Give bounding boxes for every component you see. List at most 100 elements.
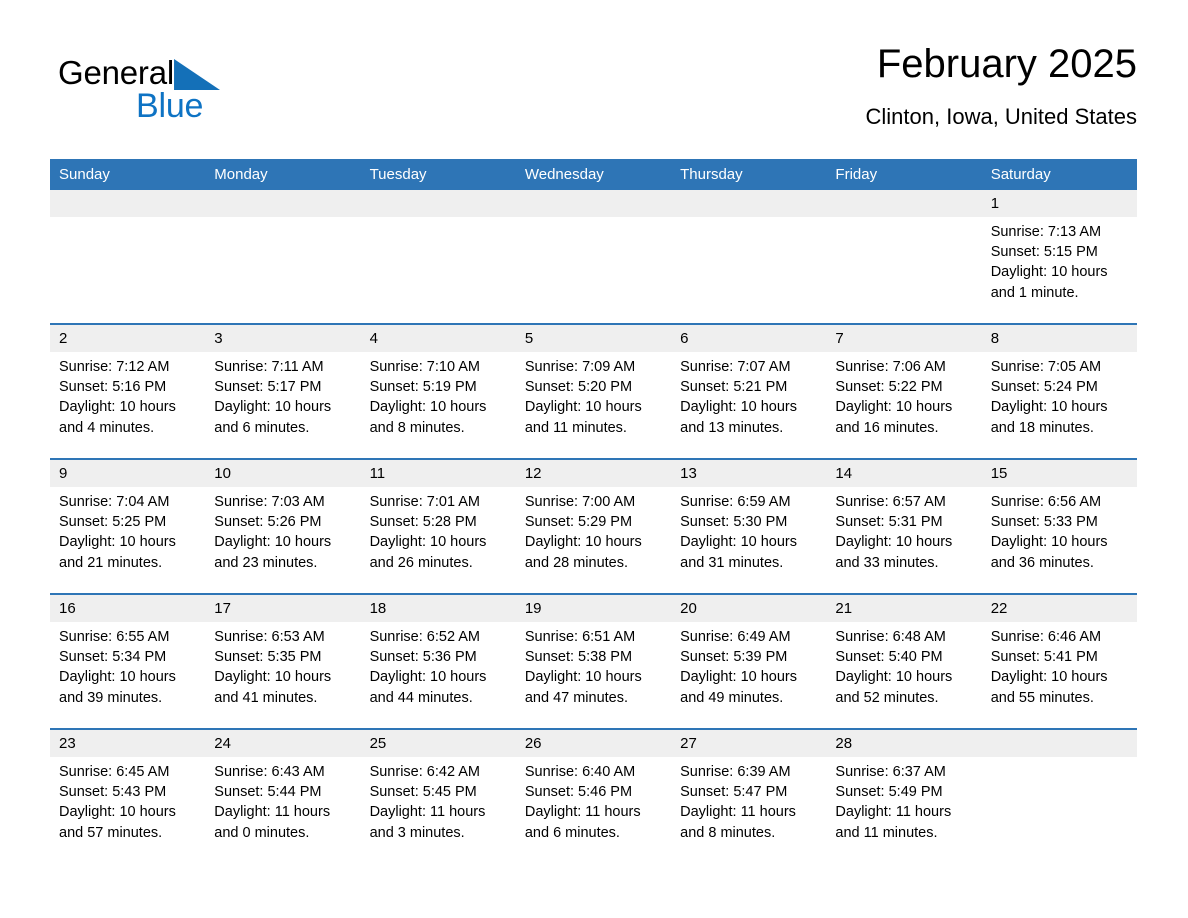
day-number: 11 <box>360 460 516 487</box>
day-cell-content <box>515 190 672 323</box>
calendar-day-cell[interactable]: 5 Sunrise: 7:09 AM Sunset: 5:20 PM Daylight… <box>515 323 672 459</box>
calendar-day-cell[interactable]: 4 Sunrise: 7:10 AM Sunset: 5:19 PM Daylight… <box>360 323 516 459</box>
day-detail-daylight-line1: Daylight: 10 hours <box>214 534 332 551</box>
calendar-day-cell[interactable] <box>360 190 516 324</box>
calendar-day-cell[interactable]: 22 Sunrise: 6:46 AM Sunset: 5:41 PM Dayligh… <box>981 593 1137 729</box>
calendar-day-cell[interactable]: 25 Sunrise: 6:42 AM Sunset: 5:45 PM Dayligh… <box>360 728 516 863</box>
calendar-day-cell[interactable]: 17 Sunrise: 6:53 AM Sunset: 5:35 PM Dayligh… <box>205 593 361 729</box>
day-detail-daylight-line2: and 44 minutes. <box>369 689 473 706</box>
day-detail-sunset: Sunset: 5:20 PM <box>524 379 633 396</box>
day-detail-sunrise: Sunrise: 6:45 AM <box>59 764 170 780</box>
day-cell-content: 9 Sunrise: 7:04 AM Sunset: 5:25 PM Daylight… <box>50 460 206 593</box>
day-detail-daylight-line2: and 23 minutes. <box>214 554 318 571</box>
calendar-day-cell[interactable]: 28 Sunrise: 6:37 AM Sunset: 5:49 PM Dayligh… <box>826 728 982 863</box>
day-detail-sunrise: Sunrise: 7:13 AM <box>990 224 1102 240</box>
day-detail-sunset: Sunset: 5:26 PM <box>214 514 322 531</box>
day-detail-sunrise: Sunrise: 6:57 AM <box>835 494 946 510</box>
calendar-day-cell[interactable]: 14 Sunrise: 6:57 AM Sunset: 5:31 PM Dayligh… <box>826 458 982 594</box>
day-number: 27 <box>671 730 827 757</box>
day-detail-daylight-line1: Daylight: 10 hours <box>835 534 953 551</box>
calendar-day-cell[interactable]: 11 Sunrise: 7:01 AM Sunset: 5:28 PM Dayligh… <box>360 458 516 594</box>
day-detail-sunset: Sunset: 5:40 PM <box>835 649 943 666</box>
day-cell-content: 4 Sunrise: 7:10 AM Sunset: 5:19 PM Daylight… <box>360 325 516 458</box>
day-detail-sunset: Sunset: 5:24 PM <box>990 379 1098 396</box>
weekday-header-tuesday: Tuesday <box>360 159 516 190</box>
calendar-day-cell[interactable]: 13 Sunrise: 6:59 AM Sunset: 5:30 PM Dayligh… <box>671 458 827 594</box>
calendar-day-cell[interactable]: 16 Sunrise: 6:55 AM Sunset: 5:34 PM Dayligh… <box>50 593 206 729</box>
day-number: 15 <box>981 460 1137 487</box>
day-number: 28 <box>826 730 982 757</box>
day-details: Sunrise: 6:52 AM Sunset: 5:36 PM Daylight:… <box>361 622 516 708</box>
day-cell-content: 11 Sunrise: 7:01 AM Sunset: 5:28 PM Dayligh… <box>360 460 516 593</box>
day-detail-sunrise: Sunrise: 6:52 AM <box>369 629 480 645</box>
calendar-day-cell[interactable]: 6 Sunrise: 7:07 AM Sunset: 5:21 PM Daylight… <box>671 323 827 459</box>
day-detail-daylight-line2: and 28 minutes. <box>524 554 629 571</box>
day-details: Sunrise: 6:45 AM Sunset: 5:43 PM Daylight:… <box>50 757 205 843</box>
day-detail-sunrise: Sunrise: 6:59 AM <box>680 494 791 510</box>
logo-line-two: Blue <box>58 86 358 126</box>
generalblue-logo[interactable]: General Blue <box>58 54 358 134</box>
calendar-day-cell[interactable]: 27 Sunrise: 6:39 AM Sunset: 5:47 PM Dayligh… <box>671 728 827 863</box>
day-details: Sunrise: 6:51 AM Sunset: 5:38 PM Daylight:… <box>516 622 671 708</box>
day-detail-daylight-line2: and 26 minutes. <box>369 554 473 571</box>
calendar-day-cell[interactable]: 23 Sunrise: 6:45 AM Sunset: 5:43 PM Dayligh… <box>50 728 206 863</box>
day-detail-daylight-line1: Daylight: 11 hours <box>524 804 641 821</box>
day-cell-content: 28 Sunrise: 6:37 AM Sunset: 5:49 PM Dayligh… <box>826 730 982 863</box>
day-details: Sunrise: 7:06 AM Sunset: 5:22 PM Daylight:… <box>826 352 981 438</box>
day-detail-sunset: Sunset: 5:28 PM <box>369 514 477 531</box>
day-number: 8 <box>981 325 1137 352</box>
calendar-day-cell[interactable] <box>515 190 672 324</box>
calendar-day-cell[interactable]: 1 Sunrise: 7:13 AM Sunset: 5:15 PM Daylight… <box>981 190 1137 324</box>
day-detail-sunset: Sunset: 5:43 PM <box>59 784 167 801</box>
day-number: 12 <box>515 460 672 487</box>
calendar-day-cell[interactable]: 26 Sunrise: 6:40 AM Sunset: 5:46 PM Dayligh… <box>515 728 672 863</box>
calendar-day-cell[interactable]: 2 Sunrise: 7:12 AM Sunset: 5:16 PM Daylight… <box>50 323 206 459</box>
day-detail-daylight-line1: Daylight: 10 hours <box>59 804 176 821</box>
day-details: Sunrise: 6:56 AM Sunset: 5:33 PM Daylight:… <box>982 487 1137 573</box>
day-detail-sunrise: Sunrise: 6:48 AM <box>835 629 946 645</box>
day-details: Sunrise: 6:42 AM Sunset: 5:45 PM Daylight:… <box>361 757 516 843</box>
day-cell-content: 6 Sunrise: 7:07 AM Sunset: 5:21 PM Daylight… <box>671 325 827 458</box>
calendar-day-cell[interactable] <box>50 190 206 324</box>
calendar-day-cell[interactable]: 19 Sunrise: 6:51 AM Sunset: 5:38 PM Dayligh… <box>515 593 672 729</box>
calendar-day-cell[interactable]: 3 Sunrise: 7:11 AM Sunset: 5:17 PM Daylight… <box>205 323 361 459</box>
calendar-day-cell[interactable]: 21 Sunrise: 6:48 AM Sunset: 5:40 PM Dayligh… <box>826 593 982 729</box>
weekday-header-monday: Monday <box>205 159 361 190</box>
day-number: 4 <box>360 325 516 352</box>
title-block: February 2025 Clinton, Iowa, United Stat… <box>537 40 1137 132</box>
day-detail-sunset: Sunset: 5:47 PM <box>680 784 788 801</box>
page-subtitle: Clinton, Iowa, United States <box>865 104 1137 129</box>
day-detail-daylight-line1: Daylight: 10 hours <box>59 399 176 416</box>
day-cell-content <box>671 190 827 323</box>
calendar-day-cell[interactable]: 8 Sunrise: 7:05 AM Sunset: 5:24 PM Daylight… <box>981 323 1137 459</box>
day-detail-daylight-line1: Daylight: 10 hours <box>59 669 176 686</box>
calendar-day-cell[interactable]: 9 Sunrise: 7:04 AM Sunset: 5:25 PM Daylight… <box>50 458 206 594</box>
day-detail-sunset: Sunset: 5:46 PM <box>524 784 633 801</box>
day-detail-sunset: Sunset: 5:30 PM <box>680 514 788 531</box>
day-detail-sunset: Sunset: 5:45 PM <box>369 784 477 801</box>
day-detail-sunrise: Sunrise: 6:51 AM <box>524 629 636 645</box>
day-cell-content: 14 Sunrise: 6:57 AM Sunset: 5:31 PM Dayligh… <box>826 460 982 593</box>
calendar-day-cell[interactable]: 10 Sunrise: 7:03 AM Sunset: 5:26 PM Dayligh… <box>205 458 361 594</box>
day-details: Sunrise: 6:59 AM Sunset: 5:30 PM Daylight:… <box>671 487 826 573</box>
calendar-day-cell[interactable]: 7 Sunrise: 7:06 AM Sunset: 5:22 PM Daylight… <box>826 323 982 459</box>
calendar-day-cell[interactable]: 18 Sunrise: 6:52 AM Sunset: 5:36 PM Dayligh… <box>360 593 516 729</box>
calendar-body: 1 Sunrise: 7:13 AM Sunset: 5:15 PM Daylight… <box>50 190 1137 863</box>
calendar-day-cell[interactable] <box>671 190 827 324</box>
calendar-day-cell[interactable] <box>205 190 361 324</box>
day-detail-daylight-line2: and 18 minutes. <box>990 419 1094 436</box>
day-detail-sunset: Sunset: 5:34 PM <box>59 649 167 666</box>
calendar-day-cell[interactable] <box>981 728 1137 863</box>
day-details: Sunrise: 7:11 AM Sunset: 5:17 PM Daylight:… <box>205 352 360 438</box>
calendar-day-cell[interactable]: 20 Sunrise: 6:49 AM Sunset: 5:39 PM Dayligh… <box>671 593 827 729</box>
day-cell-content: 13 Sunrise: 6:59 AM Sunset: 5:30 PM Dayligh… <box>671 460 827 593</box>
calendar-day-cell[interactable]: 12 Sunrise: 7:00 AM Sunset: 5:29 PM Dayligh… <box>515 458 672 594</box>
calendar-day-cell[interactable]: 15 Sunrise: 6:56 AM Sunset: 5:33 PM Dayligh… <box>981 458 1137 594</box>
day-detail-sunrise: Sunrise: 7:03 AM <box>214 494 325 510</box>
weekday-header-sunday: Sunday <box>50 159 206 190</box>
day-detail-sunset: Sunset: 5:39 PM <box>680 649 788 666</box>
calendar-day-cell[interactable]: 24 Sunrise: 6:43 AM Sunset: 5:44 PM Dayligh… <box>205 728 361 863</box>
day-detail-daylight-line1: Daylight: 11 hours <box>835 804 952 821</box>
calendar-day-cell[interactable] <box>826 190 982 324</box>
day-cell-content: 19 Sunrise: 6:51 AM Sunset: 5:38 PM Dayligh… <box>515 595 672 728</box>
